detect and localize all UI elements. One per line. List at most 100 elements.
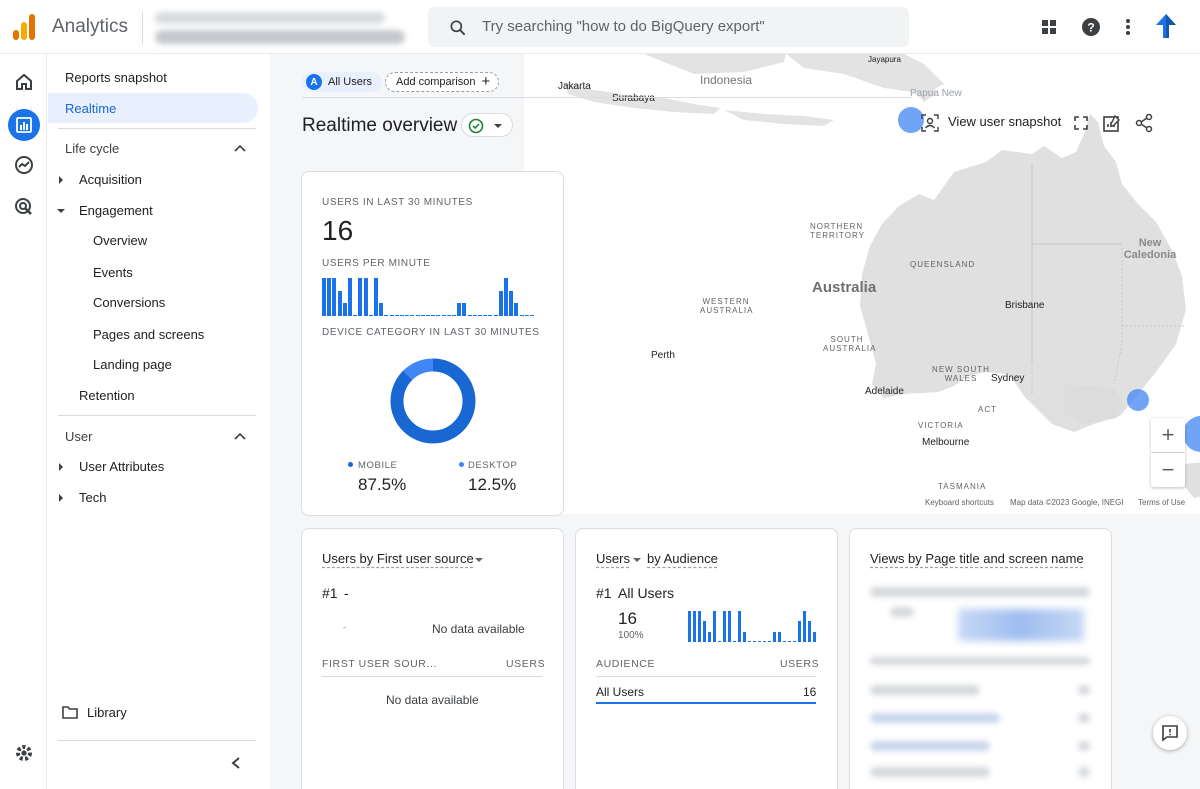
account-avatar[interactable] bbox=[1151, 11, 1181, 41]
chart-bar[interactable] bbox=[353, 315, 358, 316]
help-icon[interactable]: ? bbox=[1078, 14, 1104, 40]
map-terms-link[interactable]: Terms of Use bbox=[1138, 498, 1185, 507]
chart-bar[interactable] bbox=[693, 611, 696, 642]
zoom-out-button[interactable]: − bbox=[1151, 453, 1185, 487]
chart-bar[interactable] bbox=[379, 303, 384, 316]
chart-bar[interactable] bbox=[472, 315, 477, 316]
advertising-icon[interactable] bbox=[10, 193, 38, 221]
chart-bar[interactable] bbox=[327, 278, 332, 316]
users-per-minute-chart[interactable] bbox=[322, 272, 538, 316]
nav-conversions[interactable]: Conversions bbox=[93, 295, 165, 310]
chart-bar[interactable] bbox=[753, 641, 756, 642]
chart-bar[interactable] bbox=[788, 641, 791, 642]
chart-bar[interactable] bbox=[462, 303, 467, 316]
chart-bar[interactable] bbox=[332, 278, 337, 316]
settings-icon[interactable] bbox=[10, 739, 38, 767]
chart-bar[interactable] bbox=[728, 611, 731, 642]
chart-bar[interactable] bbox=[738, 611, 741, 642]
nav-library[interactable]: Library bbox=[87, 705, 127, 720]
chart-bar[interactable] bbox=[405, 315, 410, 316]
nav-tech[interactable]: Tech bbox=[79, 490, 106, 505]
chart-bar[interactable] bbox=[394, 315, 399, 316]
chart-bar[interactable] bbox=[348, 278, 352, 316]
chart-bar[interactable] bbox=[457, 303, 462, 316]
source-col-header[interactable]: FIRST USER SOUR... bbox=[322, 658, 437, 670]
chart-bar[interactable] bbox=[342, 303, 347, 316]
chart-bar[interactable] bbox=[509, 291, 514, 316]
chart-bar[interactable] bbox=[452, 315, 456, 316]
chart-bar[interactable] bbox=[733, 641, 736, 642]
search-bar[interactable]: Try searching "how to do BigQuery export… bbox=[428, 7, 909, 47]
chart-bar[interactable] bbox=[524, 315, 529, 316]
audience-row-label[interactable]: All Users bbox=[596, 685, 644, 699]
chart-bar[interactable] bbox=[431, 315, 436, 316]
device-donut-chart[interactable] bbox=[388, 356, 478, 446]
chart-bar[interactable] bbox=[322, 278, 326, 316]
user-snapshot-icon[interactable] bbox=[920, 113, 940, 133]
chart-bar[interactable] bbox=[368, 315, 373, 316]
chart-bar[interactable] bbox=[384, 315, 389, 316]
audience-dimension[interactable]: by Audience bbox=[647, 551, 718, 566]
dropdown-arrow-icon[interactable] bbox=[475, 557, 483, 563]
chart-bar[interactable] bbox=[415, 315, 420, 316]
chart-bar[interactable] bbox=[713, 611, 716, 642]
dropdown-arrow-icon[interactable] bbox=[633, 557, 641, 563]
analytics-logo[interactable] bbox=[13, 14, 37, 40]
audience-col-header[interactable]: AUDIENCE bbox=[596, 658, 655, 670]
chart-bar[interactable] bbox=[410, 315, 415, 316]
chart-bar[interactable] bbox=[504, 278, 508, 316]
chart-bar[interactable] bbox=[773, 632, 776, 642]
nav-section-life-cycle[interactable]: Life cycle bbox=[65, 141, 119, 156]
chart-bar[interactable] bbox=[768, 641, 771, 642]
chart-bar[interactable] bbox=[813, 632, 816, 642]
chart-bar[interactable] bbox=[798, 621, 801, 642]
chevron-up-icon[interactable] bbox=[234, 432, 246, 440]
chart-bar[interactable] bbox=[358, 278, 363, 316]
more-vert-icon[interactable] bbox=[1115, 14, 1141, 40]
caret-right-icon[interactable] bbox=[58, 494, 64, 502]
caret-right-icon[interactable] bbox=[58, 176, 64, 184]
chart-bar[interactable] bbox=[514, 303, 519, 316]
nav-acquisition[interactable]: Acquisition bbox=[79, 172, 142, 187]
view-user-snapshot-button[interactable]: View user snapshot bbox=[948, 114, 1061, 129]
chart-bar[interactable] bbox=[493, 315, 498, 316]
search-input[interactable]: Try searching "how to do BigQuery export… bbox=[482, 18, 765, 35]
chart-bar[interactable] bbox=[748, 641, 751, 642]
chart-bar[interactable] bbox=[478, 315, 482, 316]
nav-pages-and-screens[interactable]: Pages and screens bbox=[93, 327, 204, 342]
views-card-title[interactable]: Views by Page title and screen name bbox=[870, 551, 1084, 566]
chart-bar[interactable] bbox=[703, 621, 706, 642]
reports-icon[interactable] bbox=[8, 109, 40, 141]
chart-bar[interactable] bbox=[498, 291, 503, 316]
chart-bar[interactable] bbox=[808, 621, 811, 642]
chart-bar[interactable] bbox=[803, 611, 806, 642]
chart-bar[interactable] bbox=[778, 632, 781, 642]
map-bubble-adelaide[interactable] bbox=[1127, 389, 1149, 411]
chart-bar[interactable] bbox=[530, 315, 534, 316]
chart-bar[interactable] bbox=[420, 315, 425, 316]
chart-bar[interactable] bbox=[698, 611, 701, 642]
chart-bar[interactable] bbox=[389, 315, 394, 316]
apps-icon[interactable] bbox=[1036, 14, 1062, 40]
chart-bar[interactable] bbox=[426, 315, 430, 316]
caret-right-icon[interactable] bbox=[58, 463, 64, 471]
chart-bar[interactable] bbox=[436, 315, 441, 316]
chart-bar[interactable] bbox=[400, 315, 404, 316]
chart-bar[interactable] bbox=[723, 611, 726, 642]
nav-retention[interactable]: Retention bbox=[79, 388, 135, 403]
chart-bar[interactable] bbox=[718, 641, 721, 642]
chart-bar[interactable] bbox=[441, 315, 446, 316]
chart-bar[interactable] bbox=[363, 278, 368, 316]
nav-events[interactable]: Events bbox=[93, 265, 133, 280]
fullscreen-icon[interactable] bbox=[1073, 115, 1089, 131]
chart-bar[interactable] bbox=[793, 641, 796, 642]
share-icon[interactable] bbox=[1134, 113, 1154, 133]
chart-bar[interactable] bbox=[337, 291, 342, 316]
audience-sparkline[interactable] bbox=[688, 609, 818, 642]
chart-bar[interactable] bbox=[758, 641, 761, 642]
users-col-header[interactable]: USERS bbox=[506, 658, 545, 670]
nav-reports-snapshot[interactable]: Reports snapshot bbox=[65, 70, 167, 85]
add-comparison-button[interactable]: Add comparison + bbox=[385, 72, 500, 92]
collapse-chevron-icon[interactable] bbox=[230, 756, 242, 770]
chart-bar[interactable] bbox=[743, 632, 746, 642]
